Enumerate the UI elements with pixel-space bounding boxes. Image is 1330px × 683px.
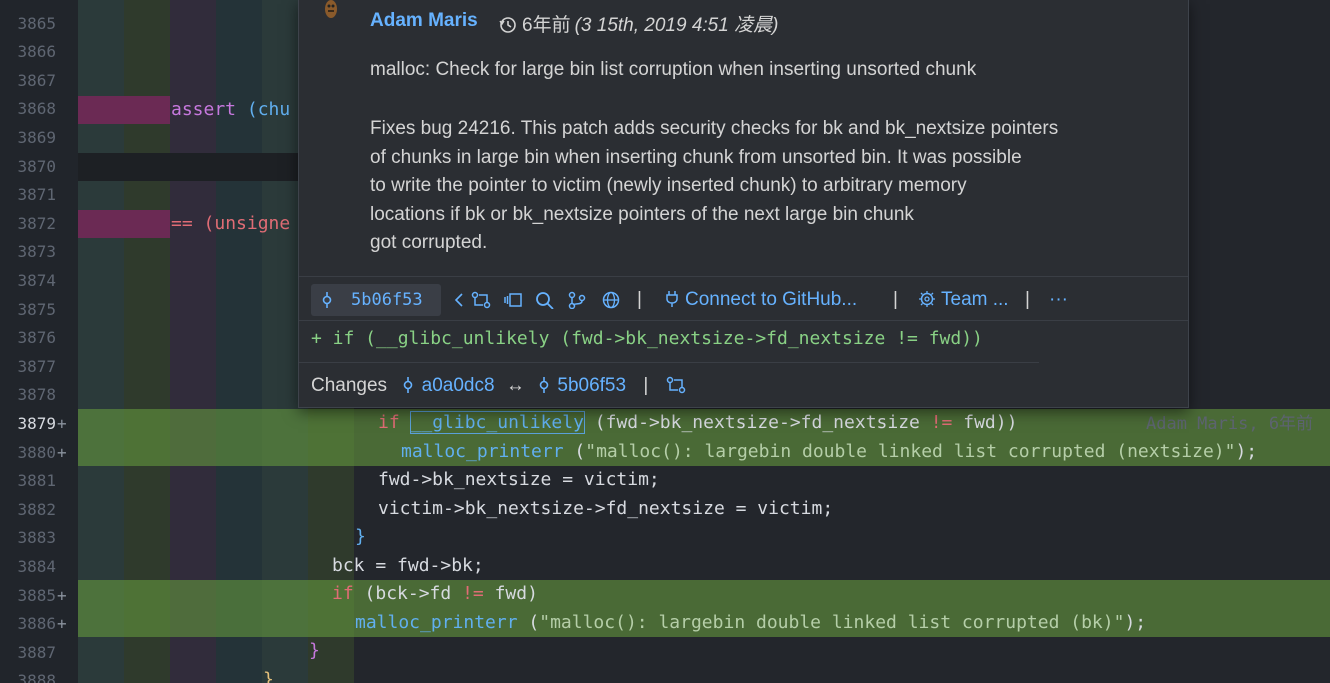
code-line-3885[interactable]: if (bck->fd != fwd) bbox=[332, 580, 538, 609]
code-line-3888[interactable]: } bbox=[263, 666, 274, 683]
line-number[interactable]: 3874 bbox=[0, 267, 56, 296]
commit-time: 6年前 (3 15th, 2019 4:51 凌晨) bbox=[499, 10, 778, 37]
line-row: 3881 bbox=[0, 467, 1330, 496]
compare-button[interactable] bbox=[471, 284, 491, 316]
code-line-3883[interactable]: } bbox=[355, 523, 366, 552]
line-row: 3885 + bbox=[0, 582, 1330, 611]
inline-blame-annotation[interactable]: Adam Maris, 6年前 bbox=[1146, 410, 1313, 439]
compare-arrow: ↔ bbox=[505, 375, 525, 396]
line-number[interactable]: 3883 bbox=[0, 524, 56, 553]
line-number[interactable]: 3881 bbox=[0, 467, 56, 496]
line-number[interactable]: 3877 bbox=[0, 353, 56, 382]
to-sha-link[interactable]: 5b06f53 bbox=[557, 375, 626, 396]
line-row: 3883 bbox=[0, 524, 1330, 553]
commit-body-line: got corrupted. bbox=[370, 232, 488, 254]
author-avatar bbox=[325, 0, 337, 18]
toolbar-separator: | bbox=[893, 289, 898, 310]
commit-author[interactable]: Adam Maris bbox=[370, 10, 478, 32]
diff-preview-line: + if (__glibc_unlikely (fwd->bk_nextsize… bbox=[311, 328, 983, 349]
team-icon bbox=[919, 291, 935, 307]
line-number[interactable]: 3871 bbox=[0, 181, 56, 210]
added-line-marker: + bbox=[57, 614, 67, 634]
search-icon bbox=[536, 292, 554, 309]
line-number[interactable]: 3882 bbox=[0, 496, 56, 525]
line-number[interactable]: 3869 bbox=[0, 124, 56, 153]
added-line-marker: + bbox=[57, 414, 67, 433]
open-details-button[interactable] bbox=[503, 284, 523, 316]
commit-body-line: Fixes bug 24216. This patch adds securit… bbox=[370, 118, 1059, 139]
graph-button[interactable] bbox=[567, 284, 587, 316]
compare-icon[interactable] bbox=[666, 376, 686, 394]
line-number[interactable]: 3865 bbox=[0, 10, 56, 39]
plug-icon bbox=[666, 291, 678, 307]
line-row: 3884 bbox=[0, 553, 1330, 582]
code-line-3882[interactable]: victim->bk_nextsize->fd_nextsize = victi… bbox=[378, 495, 833, 524]
history-icon bbox=[499, 17, 516, 33]
line-number[interactable]: 3872 bbox=[0, 210, 56, 239]
line-number[interactable]: 3866 bbox=[0, 38, 56, 67]
commit-timestamp: (3 15th, 2019 4:51 凌晨) bbox=[574, 15, 779, 36]
commit-body-line: to write the pointer to victim (newly in… bbox=[370, 175, 967, 197]
added-line-marker: + bbox=[57, 585, 67, 605]
line-number[interactable]: 3868 bbox=[0, 95, 56, 124]
relative-time: 6年前 bbox=[522, 15, 571, 36]
search-button[interactable] bbox=[535, 284, 555, 316]
code-line-3884[interactable]: bck = fwd->bk; bbox=[332, 552, 484, 581]
line-number[interactable]: 3876 bbox=[0, 324, 56, 353]
divider bbox=[299, 362, 1039, 363]
line-number[interactable]: 3887 bbox=[0, 639, 56, 668]
line-number[interactable]: 3888 bbox=[0, 667, 56, 683]
toolbar-separator: | bbox=[1025, 289, 1030, 310]
changes-label: Changes bbox=[311, 375, 388, 396]
line-number[interactable]: 3879 bbox=[0, 410, 56, 439]
commit-actions-toolbar: 5b06f53 | Connect to GitHub... | Team ..… bbox=[311, 284, 1171, 316]
line-number[interactable]: 3878 bbox=[0, 381, 56, 410]
commit-icon bbox=[539, 377, 549, 393]
code-line-3868[interactable]: assert (chu bbox=[171, 96, 290, 125]
line-number[interactable]: 3873 bbox=[0, 238, 56, 267]
code-line-3879[interactable]: if __glibc_unlikely (fwd->bk_nextsize->f… bbox=[378, 409, 1017, 438]
code-line-3880[interactable]: malloc_printerr ("malloc(): largebin dou… bbox=[401, 438, 1257, 467]
line-number[interactable]: 3885 bbox=[0, 582, 56, 611]
git-graph-icon bbox=[568, 291, 586, 309]
from-sha-link[interactable]: a0a0dc8 bbox=[422, 375, 495, 396]
chevron-left-icon bbox=[454, 293, 463, 307]
commit-icon bbox=[322, 292, 332, 308]
line-number[interactable]: 3886 bbox=[0, 610, 56, 639]
line-number[interactable]: 3880 bbox=[0, 439, 56, 468]
code-line-3872[interactable]: == (unsigne bbox=[171, 210, 290, 239]
commit-body-line: of chunks in large bin when inserting ch… bbox=[370, 146, 1022, 168]
commit-subject: malloc: Check for large bin list corrupt… bbox=[370, 59, 977, 80]
open-on-remote-button[interactable] bbox=[601, 284, 621, 316]
line-number[interactable]: 3864 bbox=[0, 0, 56, 10]
line-row: 3887 bbox=[0, 639, 1330, 668]
previous-change-button[interactable] bbox=[453, 284, 465, 316]
commit-body-line: locations if bk or bk_nextsize pointers … bbox=[370, 203, 914, 225]
line-number[interactable]: 3884 bbox=[0, 553, 56, 582]
commit-sha-button[interactable]: 5b06f53 bbox=[311, 284, 441, 316]
line-number[interactable]: 3867 bbox=[0, 67, 56, 96]
toolbar-separator: | bbox=[637, 289, 642, 310]
added-line-marker: + bbox=[57, 442, 67, 462]
line-number[interactable]: 3875 bbox=[0, 296, 56, 325]
commit-body: Fixes bug 24216. This patch adds securit… bbox=[370, 115, 1160, 258]
line-number[interactable]: 3870 bbox=[0, 153, 56, 182]
changes-row: Changes a0a0dc8 ↔ 5b06f53 | bbox=[311, 372, 686, 400]
code-line-3881[interactable]: fwd->bk_nextsize = victim; bbox=[378, 466, 660, 495]
more-actions-button[interactable]: ··· bbox=[1049, 284, 1068, 316]
divider bbox=[299, 320, 1188, 321]
git-blame-hover-popup: Adam Maris 6年前 (3 15th, 2019 4:51 凌晨) mal… bbox=[298, 0, 1189, 408]
toolbar-separator: | bbox=[643, 375, 649, 396]
code-line-3887[interactable]: } bbox=[309, 637, 320, 666]
team-button[interactable]: Team ... bbox=[917, 284, 1009, 316]
details-icon bbox=[504, 293, 522, 307]
compare-icon bbox=[471, 291, 491, 309]
line-row: 3888 bbox=[0, 667, 1330, 683]
divider bbox=[299, 276, 1188, 277]
globe-icon bbox=[602, 291, 620, 309]
connect-github-button[interactable]: Connect to GitHub... bbox=[665, 284, 857, 316]
commit-icon bbox=[404, 377, 413, 393]
code-line-3886[interactable]: malloc_printerr ("malloc(): largebin dou… bbox=[355, 609, 1146, 638]
